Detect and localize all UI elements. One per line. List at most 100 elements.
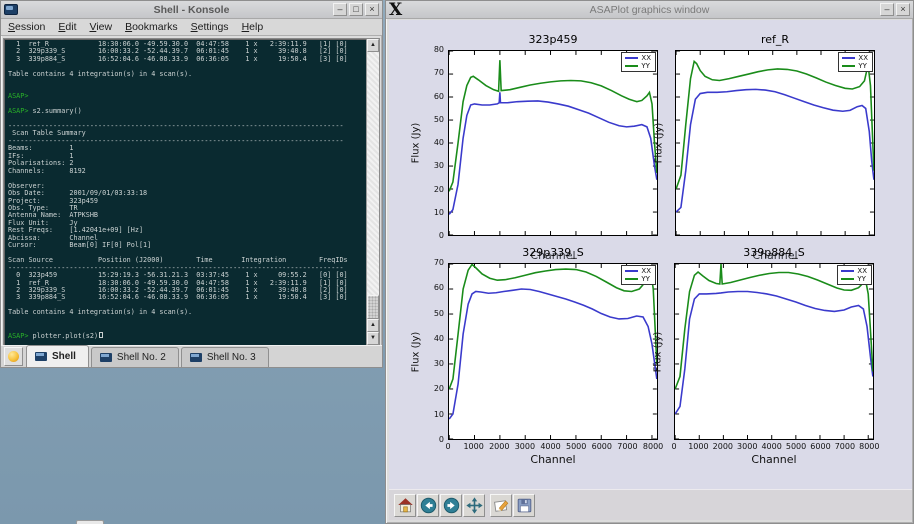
y-tick-label: 80: [421, 45, 444, 54]
session-orb-icon: [8, 351, 19, 362]
menu-item-bookmarks[interactable]: Bookmarks: [125, 21, 178, 33]
edit-page-icon: [492, 496, 511, 515]
terminal-scrollbar[interactable]: ▲ ▲ ▼: [366, 39, 379, 345]
legend-line-swatch: [842, 57, 855, 59]
scrollbar-thumb[interactable]: [367, 295, 379, 319]
terminal[interactable]: 1 ref_R 18:30:06.0 -49.59.30.0 04:47:58 …: [3, 38, 380, 346]
legend-line-swatch: [625, 57, 638, 59]
maximize-button[interactable]: □: [349, 3, 363, 16]
scrollbar-track[interactable]: [367, 52, 379, 319]
plot-area: [675, 50, 875, 236]
legend-label: YY: [857, 275, 866, 283]
back-arrow-icon: [419, 496, 438, 515]
menu-item-view[interactable]: View: [89, 21, 112, 33]
floppy-disk-icon: [515, 496, 534, 515]
konsole-window-icon[interactable]: [4, 4, 18, 15]
menu-item-settings[interactable]: Settings: [191, 21, 229, 33]
x11-app-icon: X: [389, 2, 402, 18]
terminal-output[interactable]: 1 ref_R 18:30:06.0 -49.59.30.0 04:47:58 …: [8, 41, 363, 345]
y-tick-label: 0: [421, 231, 444, 240]
forward-button[interactable]: [440, 494, 462, 517]
y-axis-label: Flux (Jy): [411, 331, 422, 372]
tab-label: Shell: [52, 351, 76, 362]
menu-item-edit[interactable]: Edit: [58, 21, 76, 33]
save-button[interactable]: [513, 494, 535, 517]
y-axis-label: Flux (Jy): [411, 123, 422, 164]
y-tick-label: 10: [421, 208, 444, 217]
close-button[interactable]: ×: [896, 3, 910, 16]
legend-line-swatch: [841, 270, 854, 272]
konsole-window: Shell - Konsole – □ × Session Edit View …: [0, 0, 383, 368]
matplotlib-toolbar: [389, 489, 912, 520]
legend-label: YY: [858, 62, 867, 70]
subplot-329p339-s: 329p339_S Flux (Jy) Channel XXYY 0102030…: [448, 263, 658, 440]
plot-area: [448, 263, 658, 440]
figure-canvas: Channel Channel 323p459 Flux (Jy) XXYY 0…: [389, 20, 912, 491]
x-tick-label: 8000: [854, 442, 884, 451]
subplot-ref-r: ref_R Flux (Jy) XXYY: [675, 50, 875, 236]
konsole-titlebar[interactable]: Shell - Konsole – □ ×: [1, 1, 382, 19]
y-axis-label: Flux (Jy): [654, 123, 665, 164]
asaplot-window-title: ASAPlot graphics window: [386, 4, 913, 16]
subplot-title: 329p339_S: [438, 246, 668, 259]
new-session-button[interactable]: [4, 347, 23, 366]
konsole-window-title: Shell - Konsole: [1, 4, 382, 16]
scroll-down-icon[interactable]: ▼: [367, 332, 379, 345]
home-button[interactable]: [394, 494, 416, 517]
x-axis-label: Channel: [674, 453, 874, 466]
y-tick-label: 50: [421, 115, 444, 124]
legend-line-swatch: [625, 65, 638, 67]
scroll-up-icon-bottom[interactable]: ▲: [367, 319, 379, 332]
tab-shell-2[interactable]: Shell No. 2: [91, 347, 179, 367]
y-tick-label: 20: [421, 185, 444, 194]
legend-label: XX: [857, 267, 867, 275]
y-tick-label: 10: [421, 410, 444, 419]
legend-line-swatch: [625, 270, 638, 272]
pan-arrows-icon: [465, 496, 484, 515]
tab-shell[interactable]: Shell: [26, 345, 89, 367]
menu-item-session[interactable]: Session: [8, 21, 45, 33]
legend: XXYY: [621, 265, 656, 285]
legend-label: YY: [641, 62, 650, 70]
legend-label: XX: [641, 54, 651, 62]
minimize-button[interactable]: –: [880, 3, 894, 16]
legend: XXYY: [621, 52, 656, 72]
y-tick-label: 40: [421, 138, 444, 147]
y-tick-label: 60: [421, 283, 444, 292]
back-button[interactable]: [417, 494, 439, 517]
y-tick-label: 70: [421, 68, 444, 77]
plot-area: [448, 50, 658, 236]
y-tick-label: 40: [421, 334, 444, 343]
subplot-title: 339p884_S: [664, 246, 884, 259]
close-button[interactable]: ×: [365, 3, 379, 16]
asaplot-titlebar[interactable]: X ASAPlot graphics window – ×: [386, 1, 913, 19]
subplots-button[interactable]: [490, 494, 512, 517]
y-tick-label: 30: [421, 161, 444, 170]
subplot-title: ref_R: [665, 33, 885, 46]
terminal-icon: [100, 353, 112, 362]
scroll-up-icon[interactable]: ▲: [367, 39, 379, 52]
legend-label: YY: [641, 275, 650, 283]
y-tick-label: 70: [421, 258, 444, 267]
home-icon: [396, 496, 415, 515]
x-axis-label: Channel: [448, 453, 658, 466]
terminal-icon: [35, 352, 47, 361]
menu-item-help[interactable]: Help: [242, 21, 264, 33]
tab-label: Shell No. 3: [207, 352, 256, 363]
y-tick-label: 20: [421, 384, 444, 393]
minimize-button[interactable]: –: [333, 3, 347, 16]
legend-label: XX: [641, 267, 651, 275]
background-window-edge: [76, 520, 104, 524]
legend-line-swatch: [842, 65, 855, 67]
legend-label: XX: [858, 54, 868, 62]
legend-line-swatch: [841, 278, 854, 280]
forward-arrow-icon: [442, 496, 461, 515]
legend: XXYY: [837, 265, 872, 285]
legend: XXYY: [838, 52, 873, 72]
tab-shell-3[interactable]: Shell No. 3: [181, 347, 269, 367]
subplot-323p459: 323p459 Flux (Jy) XXYY 01020304050607080: [448, 50, 658, 236]
terminal-icon: [190, 353, 202, 362]
asaplot-window: X ASAPlot graphics window – × Channel Ch…: [385, 0, 914, 524]
subplot-title: 323p459: [438, 33, 668, 46]
pan-button[interactable]: [463, 494, 485, 517]
